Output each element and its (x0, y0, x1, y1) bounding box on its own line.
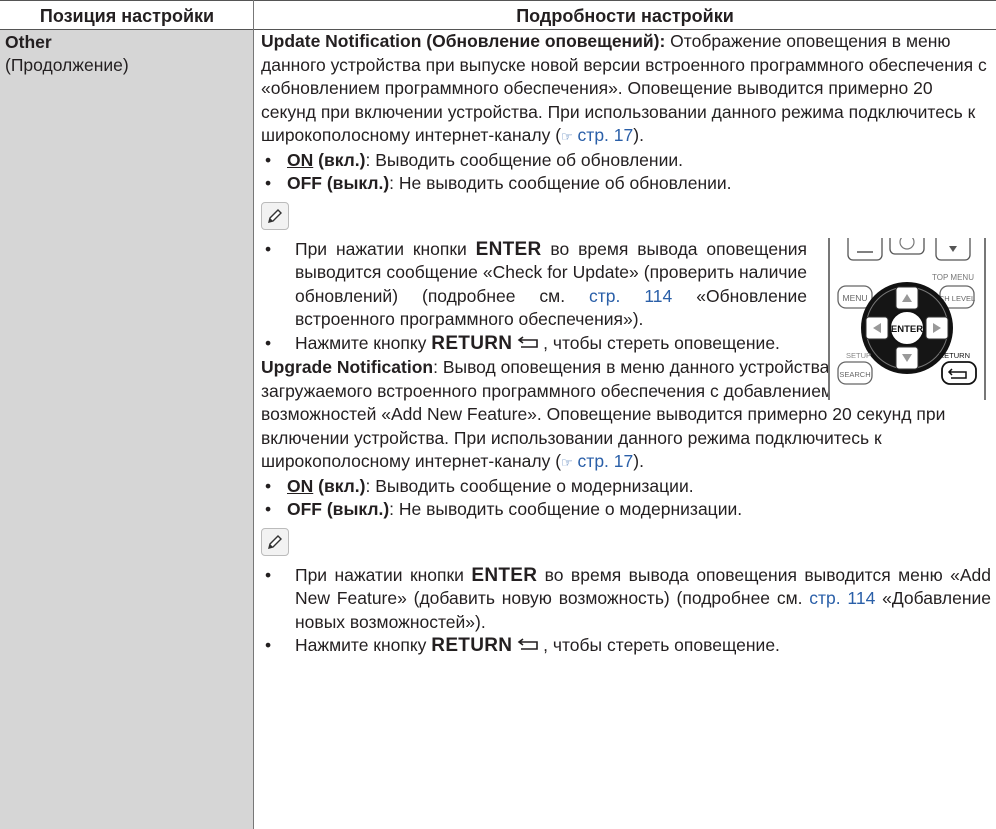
upgrade-notes-list: При нажатии кнопки ENTER во время вывода… (261, 564, 991, 658)
remote-control-illustration: TOP MENU MENU CH LEVEL ENTER SETUP SEARC… (828, 237, 986, 400)
upgrade-option-off: OFF (выкл.): Не выводить сообщение о мод… (261, 498, 991, 522)
header-setting-details: Подробности настройки (516, 6, 734, 26)
update-note-return: Нажмите кнопку RETURN , чтобы стереть оп… (261, 332, 807, 356)
update-notes: При нажатии кнопки ENTER во время вывода… (261, 237, 991, 400)
upgrade-option-on: ON (вкл.): Выводить сообщение о модерниз… (261, 475, 991, 499)
upgrade-note-enter: При нажатии кнопки ENTER во время вывода… (261, 564, 991, 635)
pencil-note-icon (261, 527, 289, 556)
setting-details-column: Update Notification (Обновление оповещен… (261, 30, 991, 658)
setting-item-name: Other (5, 32, 52, 52)
table-header: Позиция настройки Подробности настройки (0, 0, 996, 30)
column-divider (253, 0, 254, 829)
setting-item-continued: (Продолжение) (5, 55, 129, 75)
return-arrow-icon (517, 638, 538, 650)
page-reference-icon: ☞ (561, 455, 573, 470)
header-setting-position: Позиция настройки (39, 6, 215, 26)
setup-label: SETUP (846, 351, 871, 360)
pencil-note-icon (261, 201, 289, 230)
setting-position-column: Other (Продолжение) (0, 30, 253, 829)
page-reference-link[interactable]: стр. 17 (573, 125, 634, 145)
return-arrow-icon (517, 335, 538, 348)
manual-page: Позиция настройки Подробности настройки … (0, 0, 996, 829)
return-label: RETURN (939, 351, 970, 360)
update-option-off: OFF (выкл.): Не выводить сообщение об об… (261, 172, 991, 196)
update-option-on: ON (вкл.): Выводить сообщение об обновле… (261, 149, 991, 173)
update-options-list: ON (вкл.): Выводить сообщение об обновле… (261, 149, 991, 196)
menu-button-label: MENU (842, 293, 867, 303)
page-reference-link[interactable]: стр. 114 (589, 286, 672, 306)
update-notification-description: Update Notification (Обновление оповещен… (261, 31, 987, 145)
page-reference-link[interactable]: стр. 114 (809, 588, 875, 608)
upgrade-options-list: ON (вкл.): Выводить сообщение о модерниз… (261, 475, 991, 522)
page-reference-link[interactable]: стр. 17 (573, 451, 634, 471)
search-button-label: SEARCH (839, 370, 870, 379)
page-reference-icon: ☞ (561, 129, 573, 144)
upgrade-notification-title: Upgrade Notification (261, 357, 434, 377)
top-menu-label: TOP MENU (932, 273, 974, 282)
upgrade-note-return: Нажмите кнопку RETURN , чтобы стереть оп… (261, 634, 991, 658)
enter-button-label: ENTER (891, 324, 923, 335)
update-note-enter: При нажатии кнопки ENTER во время вывода… (261, 238, 807, 332)
update-notification-title: Update Notification (Обновление оповещен… (261, 31, 666, 51)
